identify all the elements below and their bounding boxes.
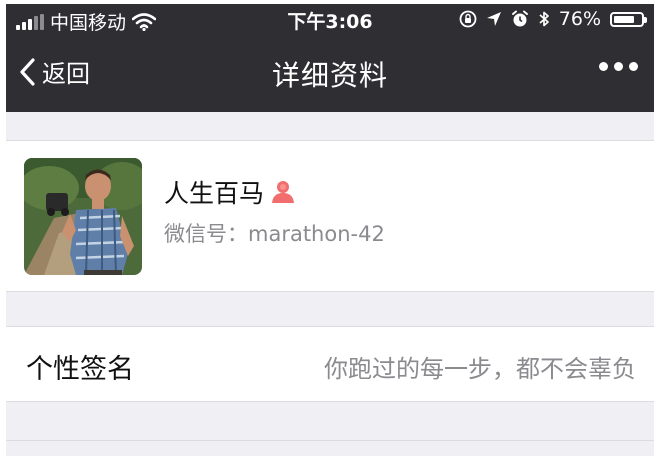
status-right: 76% — [459, 8, 647, 30]
wechat-id: 微信号：marathon-42 — [164, 222, 385, 246]
battery-fill — [614, 15, 634, 23]
ellipsis-icon — [599, 62, 608, 71]
nav-bar: 返回 详细资料 — [6, 34, 654, 112]
signature-value: 你跑过的每一步，都不会辜负 — [324, 355, 636, 383]
rotation-lock-icon — [459, 10, 477, 28]
location-icon — [486, 12, 501, 26]
signature-row[interactable]: 个性签名 你跑过的每一步，都不会辜负 — [6, 326, 654, 402]
ellipsis-icon — [629, 62, 638, 71]
bluetooth-icon — [539, 11, 549, 27]
status-bar: 中国移动 下午3:06 76% — [6, 4, 654, 34]
nickname-row: 人生百马 — [164, 174, 296, 210]
divider — [6, 440, 654, 441]
more-button[interactable] — [599, 62, 638, 71]
alarm-icon — [511, 10, 528, 27]
phone-screen: 中国移动 下午3:06 76% 返回 详细资料 人生百马 微信号：maratho… — [6, 4, 654, 456]
ellipsis-icon — [614, 62, 623, 71]
battery-percent: 76% — [558, 8, 601, 30]
avatar[interactable] — [24, 158, 142, 275]
nickname: 人生百马 — [164, 179, 265, 208]
page-title: 详细资料 — [271, 59, 388, 92]
female-icon — [272, 181, 295, 203]
profile-card[interactable]: 人生百马 微信号：marathon-42 — [6, 140, 654, 292]
battery-icon — [610, 11, 647, 27]
signature-label: 个性签名 — [26, 354, 134, 385]
